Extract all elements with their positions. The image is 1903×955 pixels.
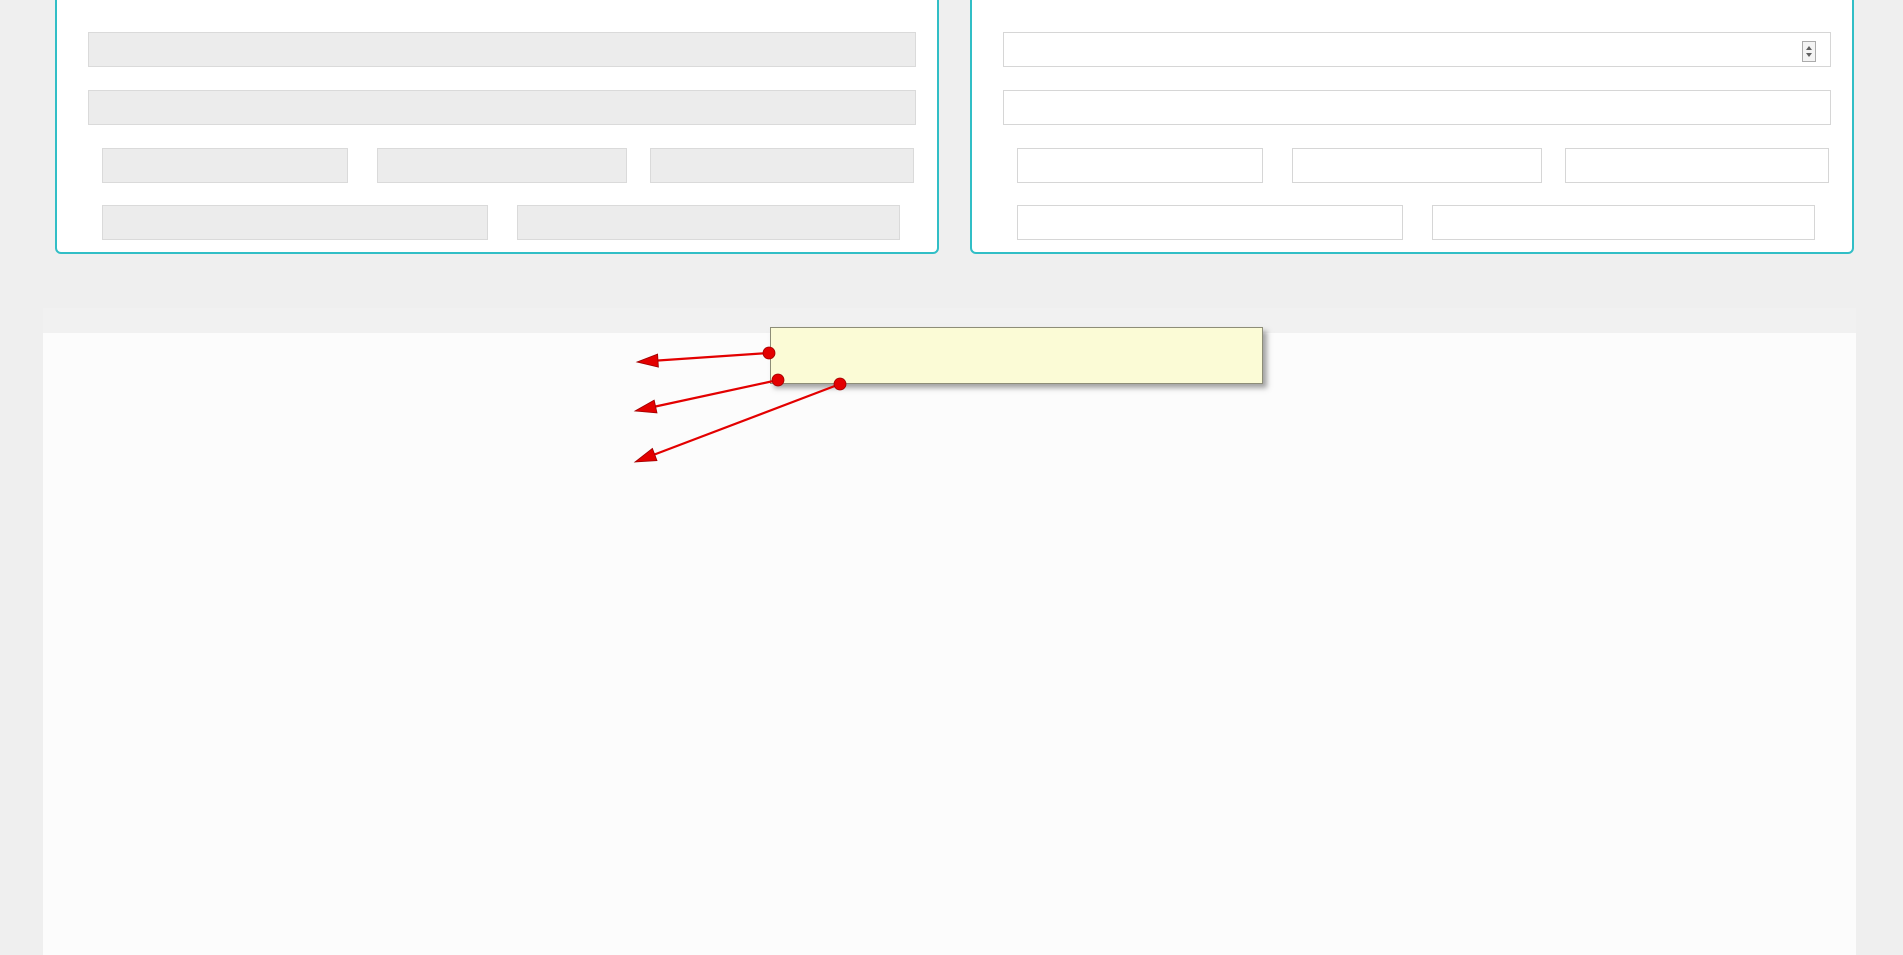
project-info-panel-right [970, 0, 1854, 254]
annotation-callout [770, 327, 1263, 384]
zip-input[interactable] [1565, 148, 1829, 183]
state-input[interactable] [377, 148, 627, 183]
state-input[interactable] [1292, 148, 1542, 183]
zip-input[interactable] [650, 148, 914, 183]
address-input[interactable] [1003, 90, 1831, 125]
project-info-panel-left [55, 0, 939, 254]
address-input[interactable] [88, 90, 916, 125]
stepper-up-icon [1806, 45, 1812, 50]
stakeholders-table [43, 308, 1856, 955]
project-name-input[interactable] [88, 32, 916, 67]
phone-input[interactable] [102, 205, 488, 240]
page [0, 0, 1903, 955]
fax-input[interactable] [517, 205, 900, 240]
city-input[interactable] [102, 148, 348, 183]
project-name-input[interactable] [1003, 32, 1831, 67]
city-input[interactable] [1017, 148, 1263, 183]
phone-input[interactable] [1017, 205, 1403, 240]
stepper-down-icon [1806, 53, 1812, 58]
fax-input[interactable] [1432, 205, 1815, 240]
stepper-icon[interactable] [1802, 41, 1816, 62]
